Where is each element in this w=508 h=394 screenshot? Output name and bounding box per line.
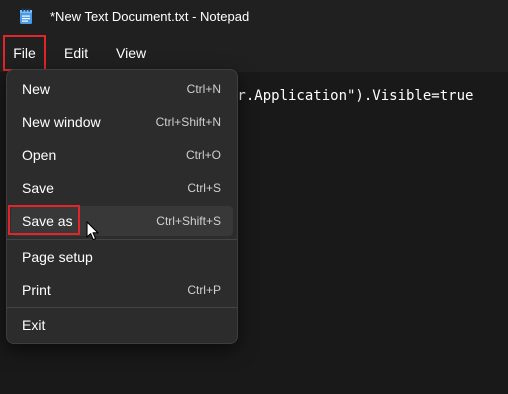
save-as-highlight xyxy=(8,205,80,235)
mouse-pointer-icon xyxy=(86,221,99,246)
menu-item-label: Open xyxy=(22,147,57,163)
menu-item-open[interactable]: Open Ctrl+O xyxy=(11,140,233,170)
menu-item-shortcut: Ctrl+Shift+S xyxy=(156,214,221,228)
menu-item-label: New window xyxy=(22,114,101,130)
menu-divider xyxy=(7,307,237,308)
menu-item-shortcut: Ctrl+P xyxy=(187,283,221,297)
menu-item-shortcut: Ctrl+N xyxy=(186,82,221,96)
menu-item-label: Save xyxy=(22,180,54,196)
menu-divider xyxy=(7,239,237,240)
menu-item-shortcut: Ctrl+O xyxy=(185,148,221,162)
window-title: *New Text Document.txt - Notepad xyxy=(50,9,250,24)
menu-item-shortcut: Ctrl+S xyxy=(187,181,221,195)
menu-edit[interactable]: Edit xyxy=(64,34,88,72)
menu-item-label: New xyxy=(22,81,51,97)
menu-item-new[interactable]: New Ctrl+N xyxy=(11,74,233,104)
menu-item-label: Print xyxy=(22,282,51,298)
menu-item-print[interactable]: Print Ctrl+P xyxy=(11,275,233,305)
menu-bar: File Edit View xyxy=(0,34,508,72)
notepad-icon xyxy=(19,8,33,30)
menu-file[interactable]: File xyxy=(3,35,46,71)
menu-item-shortcut: Ctrl+Shift+N xyxy=(155,115,221,129)
menu-item-new-window[interactable]: New window Ctrl+Shift+N xyxy=(11,107,233,137)
editor-content: er.Application").Visible=true xyxy=(229,88,474,104)
title-bar: *New Text Document.txt - Notepad xyxy=(0,0,508,34)
menu-view[interactable]: View xyxy=(116,34,146,72)
menu-item-exit[interactable]: Exit xyxy=(11,310,233,340)
menu-item-page-setup[interactable]: Page setup xyxy=(11,242,233,272)
menu-item-save[interactable]: Save Ctrl+S xyxy=(11,173,233,203)
menu-item-label: Page setup xyxy=(22,249,93,265)
menu-item-label: Exit xyxy=(22,317,46,333)
